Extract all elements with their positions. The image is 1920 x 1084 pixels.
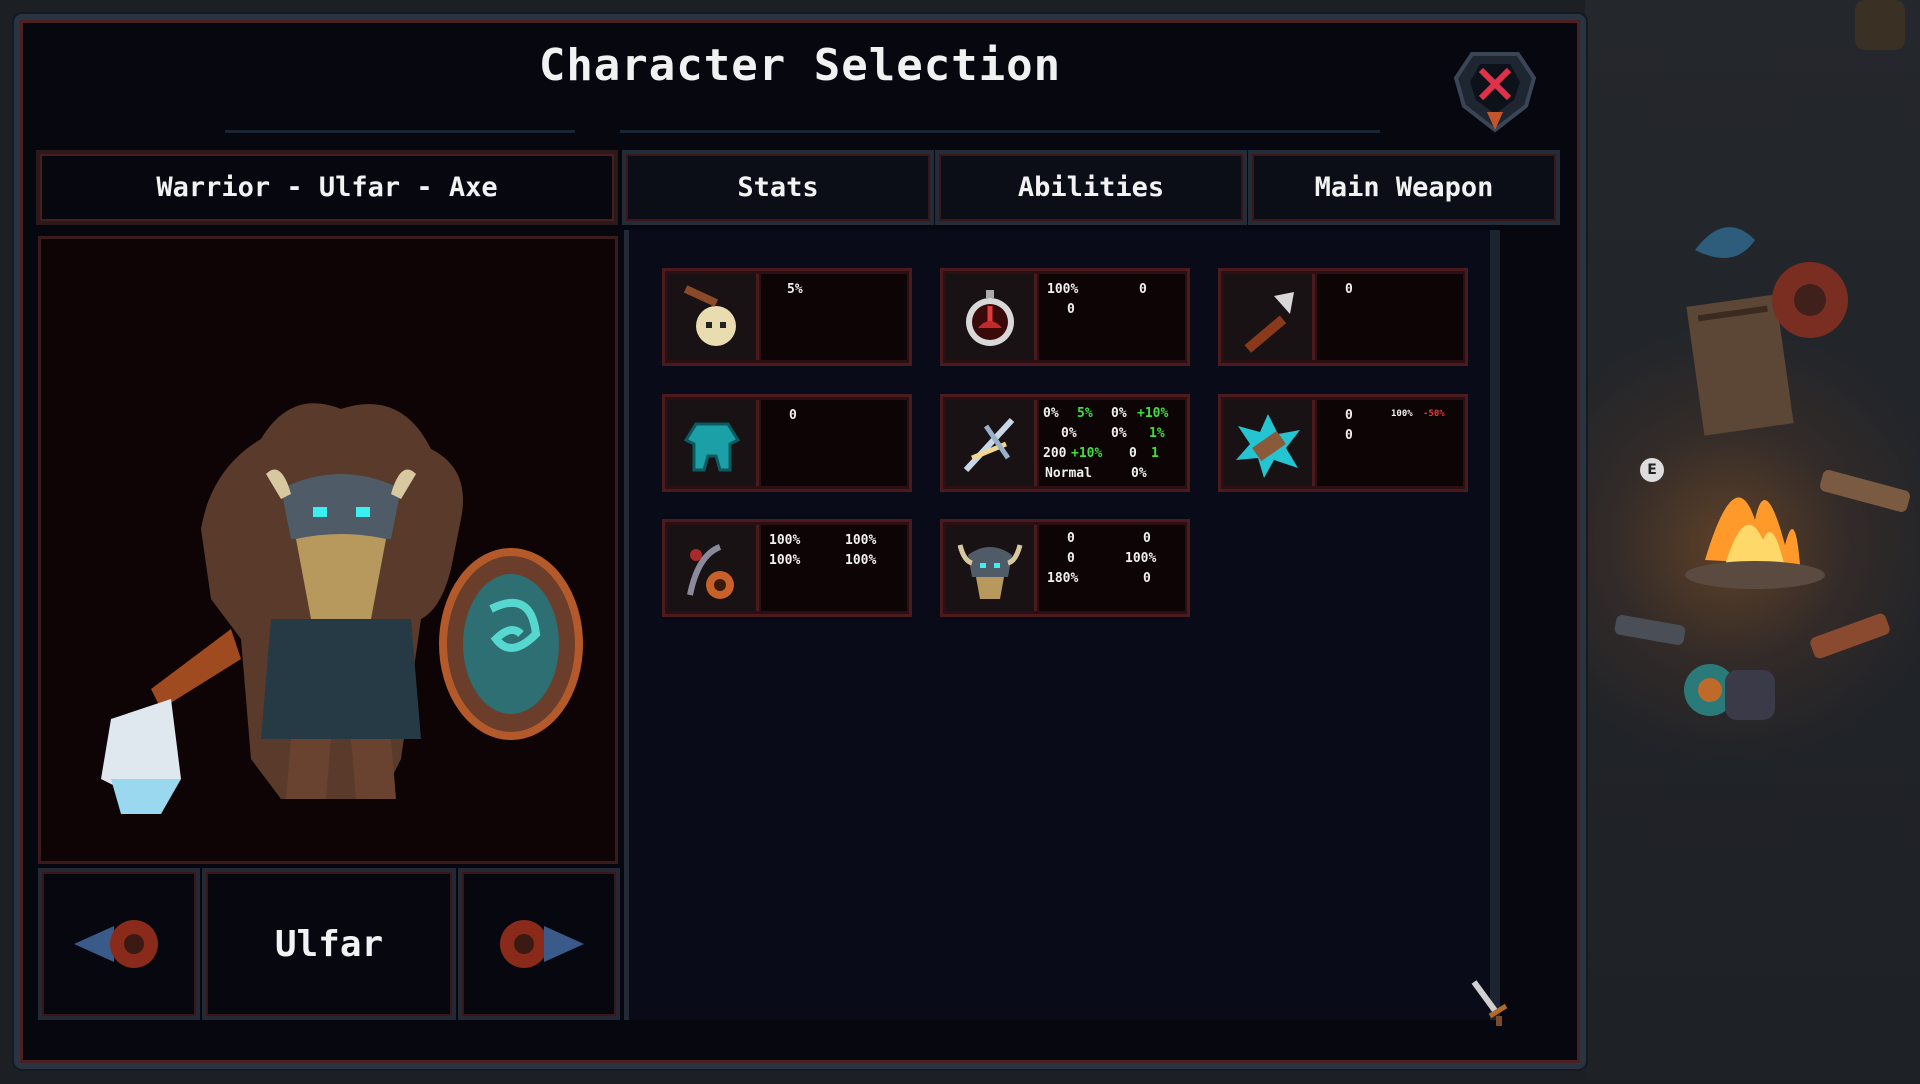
stat-value: 1	[1151, 446, 1159, 461]
stopwatch-icon	[946, 274, 1037, 360]
stat-value: +10%	[1137, 406, 1169, 421]
stats-scrollbar[interactable]	[1490, 230, 1500, 1020]
stat-value: 0	[1345, 408, 1353, 423]
stat-value: 0	[1067, 302, 1075, 317]
stat-value: 0%	[1111, 406, 1127, 421]
stat-value: 100%	[769, 553, 801, 568]
previous-character-button[interactable]	[38, 868, 200, 1020]
stat-value: 100%	[769, 533, 801, 548]
campfire-scene: E	[1585, 0, 1920, 1080]
close-button[interactable]	[1450, 42, 1540, 134]
stat-card[interactable]: 0	[662, 394, 912, 492]
stat-values: 0 0 100% -50%	[1317, 400, 1463, 486]
sword-cursor-icon	[1470, 978, 1510, 1032]
stat-value: 0	[1143, 531, 1151, 546]
character-class-header: Warrior - Ulfar - Axe	[36, 150, 618, 225]
close-icon	[1453, 52, 1537, 133]
stat-value: -50%	[1423, 409, 1445, 419]
stat-value: 1%	[1149, 426, 1165, 441]
stat-values: 0	[761, 400, 907, 486]
character-portrait	[38, 236, 618, 864]
character-switcher: Ulfar	[38, 868, 620, 1020]
skull-axe-icon	[668, 274, 759, 360]
stat-values: 0	[1317, 274, 1463, 360]
stat-card[interactable]: 0	[1218, 268, 1468, 366]
stat-card[interactable]: 0 0 100% -50%	[1218, 394, 1468, 492]
arrow-left-icon	[74, 920, 158, 968]
spiral-bow-icon	[668, 525, 759, 611]
tab-abilities-label: Abilities	[1017, 172, 1165, 203]
interact-key-prompt: E	[1640, 458, 1664, 482]
campfire-scene-art	[1614, 0, 1910, 720]
stat-value: 100%	[845, 553, 877, 568]
stat-values: 5%	[761, 274, 907, 360]
stat-value: 100%	[1125, 551, 1157, 566]
stat-card[interactable]: 5%	[662, 268, 912, 366]
tab-abilities[interactable]: Abilities	[935, 150, 1247, 225]
stat-value: +10%	[1071, 446, 1103, 461]
horned-helm-icon	[946, 525, 1037, 611]
page-title: Character Selection	[538, 40, 1062, 91]
title-divider	[620, 130, 1140, 133]
stat-values: 0% 5% 0% +10% 0% 0% 1% 200 +10% 0 1 Norm…	[1039, 400, 1185, 486]
armor-body-icon	[668, 400, 759, 486]
stat-value: 0%	[1043, 406, 1059, 421]
stat-values: 0 0 0 100% 180% 0	[1039, 525, 1185, 611]
tab-main-weapon[interactable]: Main Weapon	[1248, 150, 1560, 225]
stat-card[interactable]: 100% 100% 100% 100%	[662, 519, 912, 617]
stat-value: 180%	[1047, 571, 1079, 586]
stat-value: 100%	[845, 533, 877, 548]
tab-main-weapon-label: Main Weapon	[1314, 172, 1494, 203]
stat-value: 200	[1043, 446, 1067, 461]
stat-value: 0%	[1061, 426, 1077, 441]
stat-card[interactable]: 100% 0 0	[940, 268, 1190, 366]
character-name-display: Ulfar	[202, 868, 456, 1020]
arrow-right-icon	[500, 920, 584, 968]
stat-value: 0	[1129, 446, 1137, 461]
stat-values: 100% 100% 100% 100%	[761, 525, 907, 611]
crossed-blades-icon	[946, 400, 1037, 486]
stat-value: 0	[1345, 282, 1353, 297]
shattered-gauntlet-icon	[1224, 400, 1315, 486]
stat-card[interactable]: 0% 5% 0% +10% 0% 0% 1% 200 +10% 0 1 Norm…	[940, 394, 1190, 492]
stat-value: 5%	[787, 282, 803, 297]
war-axe-icon	[1224, 274, 1315, 360]
stat-value: 5%	[1077, 406, 1093, 421]
stat-values: 100% 0 0	[1039, 274, 1185, 360]
stat-value: 0	[1067, 551, 1075, 566]
stat-value: 0	[1345, 428, 1353, 443]
tab-stats-label: Stats	[737, 172, 819, 203]
next-character-button[interactable]	[458, 868, 620, 1020]
stat-value: 0	[789, 408, 797, 423]
stat-value: 0	[1143, 571, 1151, 586]
stat-value: 0	[1067, 531, 1075, 546]
stat-value: 100%	[1391, 409, 1413, 419]
stat-value: 100%	[1047, 282, 1079, 297]
stat-value: 0%	[1111, 426, 1127, 441]
character-name: Ulfar	[274, 923, 384, 965]
stat-value: 0	[1139, 282, 1147, 297]
class-label: Warrior - Ulfar - Axe	[156, 172, 498, 203]
title-divider	[225, 130, 575, 133]
stat-value: 0%	[1131, 466, 1147, 481]
tab-stats[interactable]: Stats	[622, 150, 934, 225]
stat-card[interactable]: 0 0 0 100% 180% 0	[940, 519, 1190, 617]
title-divider	[1120, 130, 1380, 133]
warrior-ulfar-icon	[101, 403, 583, 814]
stat-value: Normal	[1045, 466, 1092, 481]
